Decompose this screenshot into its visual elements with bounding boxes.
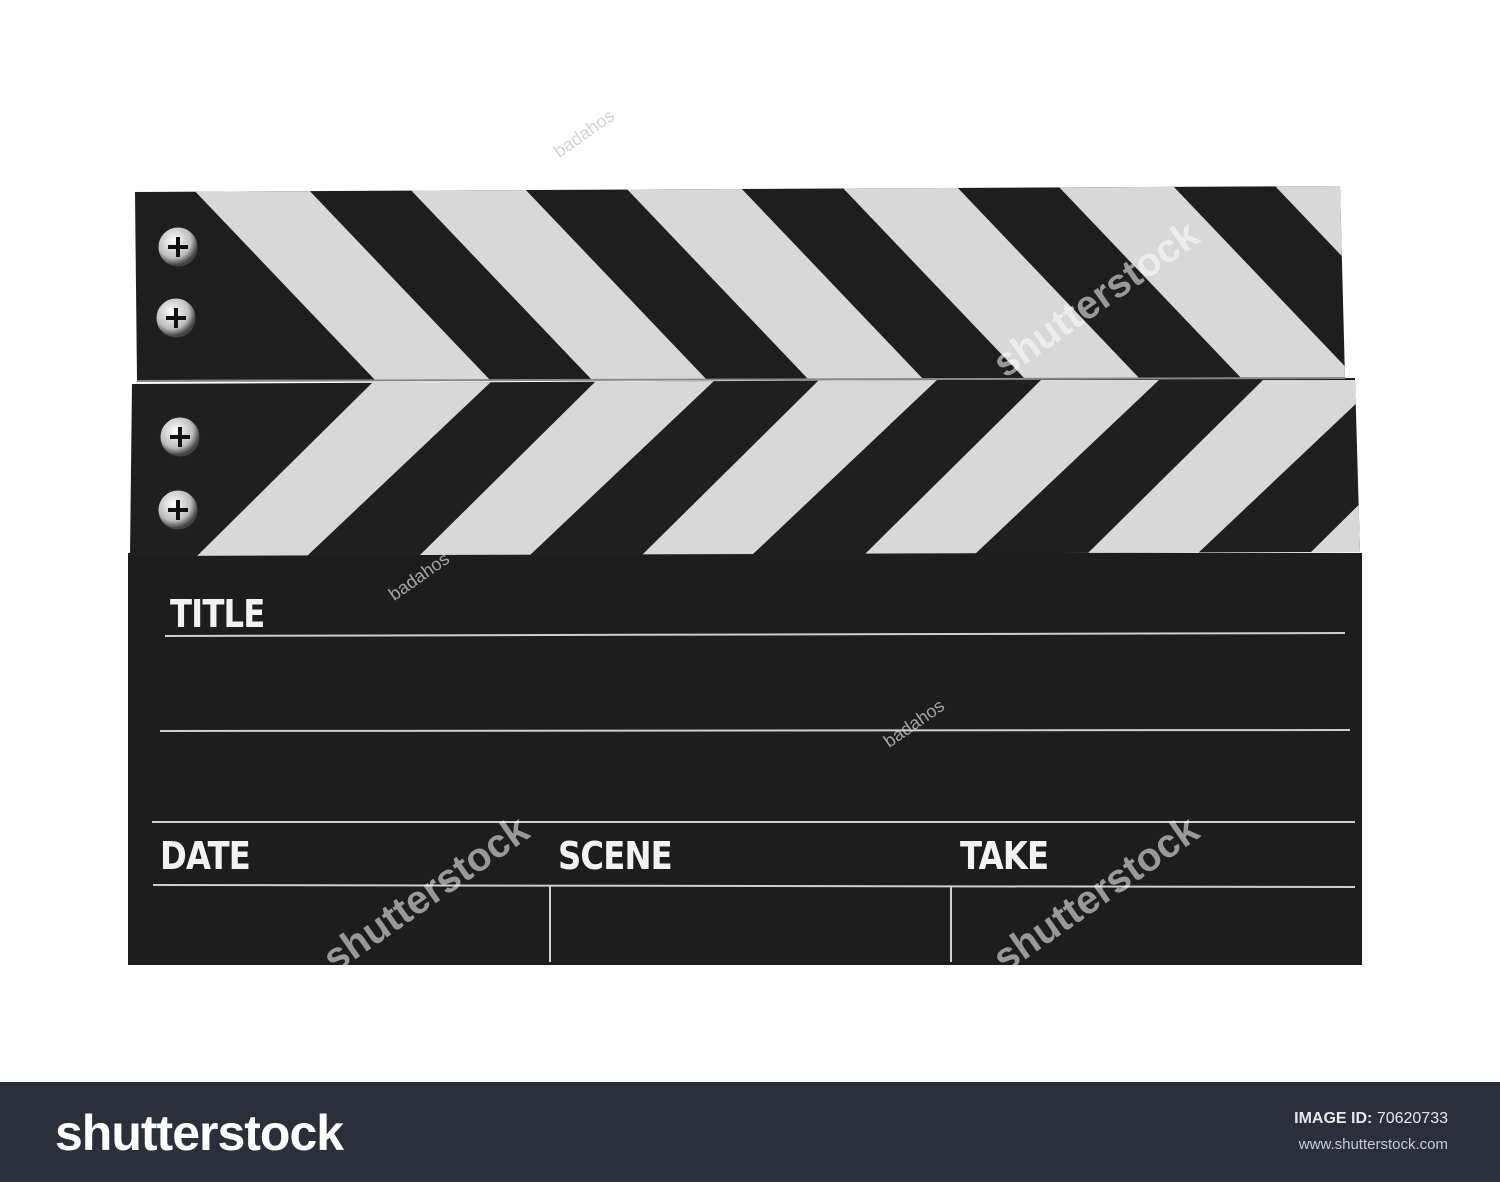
website-url: www.shutterstock.com (1298, 1136, 1448, 1153)
board-body (128, 553, 1362, 965)
screw-icon (157, 226, 199, 268)
clapperboard-photo (128, 186, 1362, 965)
scene-label: SCENE (558, 834, 673, 878)
screw-icon (157, 489, 199, 531)
screw-icon (155, 297, 197, 339)
screw-icon (159, 416, 201, 458)
shutterstock-logo: shutterstock (55, 1105, 344, 1161)
date-label: DATE (160, 834, 251, 878)
top-clapper-stick (135, 186, 1345, 380)
title-label: TITLE (170, 592, 265, 636)
image-id-label: IMAGE ID: (1294, 1110, 1373, 1127)
image-id-value: 70620733 (1376, 1110, 1448, 1127)
image-id: IMAGE ID: 70620733 (1294, 1110, 1448, 1128)
bottom-clapper-stick (130, 378, 1360, 556)
take-label: TAKE (960, 834, 1049, 878)
footer-bar: shutterstock IMAGE ID: 70620733 www.shut… (0, 1082, 1500, 1182)
